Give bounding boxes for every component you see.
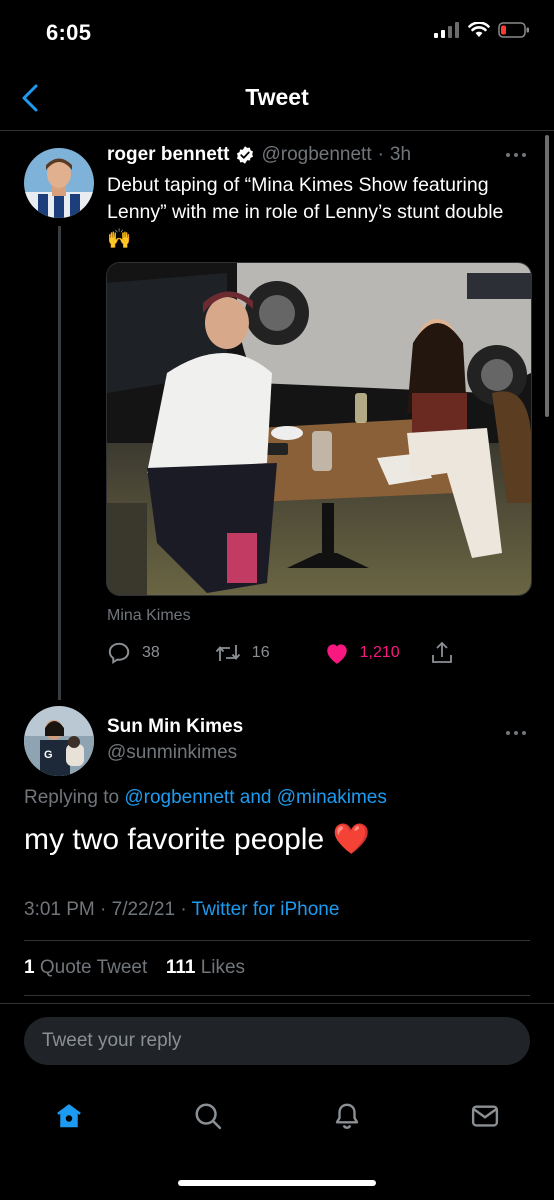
avatar-image: G bbox=[24, 706, 94, 776]
reply-count: 38 bbox=[142, 644, 160, 661]
likes-label: Likes bbox=[200, 957, 246, 978]
search-icon bbox=[195, 1103, 222, 1130]
retweet-button[interactable]: 16 bbox=[214, 640, 270, 666]
messages-icon bbox=[471, 1105, 499, 1127]
retweet-icon bbox=[215, 645, 240, 661]
reply-button[interactable]: 38 bbox=[106, 640, 160, 666]
thread-connector-line bbox=[58, 226, 61, 700]
tweet-age: 3h bbox=[389, 144, 412, 165]
meta-separator: · bbox=[377, 144, 384, 165]
reply-bar-divider bbox=[0, 1003, 554, 1004]
mention-rogbennett[interactable]: @rogbennett bbox=[124, 787, 234, 808]
more-icon bbox=[506, 153, 526, 157]
signal-icon bbox=[434, 22, 459, 38]
tweet-source[interactable]: Twitter for iPhone bbox=[192, 899, 340, 920]
more-options-button[interactable] bbox=[504, 146, 528, 164]
wifi-icon bbox=[468, 22, 490, 37]
quote-count: 1 bbox=[24, 957, 35, 978]
status-time: 6:05 bbox=[46, 20, 92, 45]
author-name[interactable]: roger bennett bbox=[107, 144, 229, 166]
main-tweet-text: my two favorite people ❤️ bbox=[24, 823, 370, 856]
home-icon bbox=[57, 1104, 81, 1128]
author-handle[interactable]: @rogbennett bbox=[261, 144, 371, 166]
tweet-meta: 3:01 PM · 7/22/21 · Twitter for iPhone bbox=[24, 899, 339, 921]
avatar-rogbennett[interactable] bbox=[24, 148, 94, 218]
like-count-total: 111 bbox=[165, 957, 196, 978]
replying-to: Replying to @rogbennett and @minakimes bbox=[24, 787, 387, 809]
author-name[interactable]: Sun Min Kimes bbox=[107, 716, 243, 738]
tab-home[interactable] bbox=[52, 1099, 86, 1133]
likes-link[interactable]: 111 Likes bbox=[166, 957, 245, 978]
bottom-tab-bar bbox=[0, 1085, 554, 1145]
media-caption[interactable]: Mina Kimes bbox=[107, 607, 191, 625]
scrollbar[interactable] bbox=[545, 135, 549, 417]
author-handle[interactable]: @sunminkimes bbox=[107, 742, 237, 764]
more-icon bbox=[506, 731, 526, 735]
tweet-photo[interactable] bbox=[106, 262, 532, 596]
like-button[interactable]: 1,210 bbox=[324, 641, 400, 665]
status-indicators bbox=[434, 22, 530, 38]
home-indicator[interactable] bbox=[178, 1180, 376, 1186]
share-icon bbox=[431, 641, 452, 663]
reply-icon bbox=[108, 642, 130, 665]
divider bbox=[24, 940, 530, 941]
top-nav-bar: Tweet bbox=[0, 66, 554, 131]
divider bbox=[24, 995, 530, 996]
retweet-count: 16 bbox=[251, 644, 270, 661]
reply-input[interactable] bbox=[24, 1017, 530, 1065]
tab-notifications[interactable] bbox=[330, 1099, 364, 1133]
avatar-sunminkimes[interactable]: G bbox=[24, 706, 94, 776]
tweet-timestamp: 3:01 PM · 7/22/21 · bbox=[24, 899, 187, 920]
avatar-image bbox=[24, 148, 94, 218]
photo-image bbox=[107, 263, 531, 595]
like-count: 1,210 bbox=[359, 644, 400, 661]
parent-tweet-text: Debut taping of “Mina Kimes Show featuri… bbox=[107, 174, 504, 250]
more-options-button[interactable] bbox=[504, 724, 528, 742]
parent-tweet-header: roger bennett @rogbennett · 3h bbox=[107, 144, 411, 166]
mention-minakimes[interactable]: @minakimes bbox=[277, 787, 387, 808]
notifications-icon bbox=[335, 1103, 359, 1129]
tweet-stats: 1 Quote Tweet 111 Likes bbox=[24, 957, 245, 979]
share-button[interactable] bbox=[430, 640, 454, 666]
verified-icon bbox=[237, 146, 254, 164]
page-title: Tweet bbox=[245, 84, 309, 110]
quote-label: Quote Tweet bbox=[39, 957, 148, 978]
like-icon bbox=[326, 644, 347, 664]
battery-icon bbox=[498, 22, 529, 38]
replying-prefix: Replying to bbox=[24, 787, 120, 808]
quote-tweets-link[interactable]: 1 Quote Tweet bbox=[24, 957, 153, 978]
tab-messages[interactable] bbox=[468, 1099, 502, 1133]
svg-text:G: G bbox=[44, 749, 53, 761]
replying-and[interactable]: and bbox=[240, 787, 272, 808]
parent-tweet-actions: 38 16 1,210 bbox=[106, 640, 454, 666]
tab-search[interactable] bbox=[191, 1099, 225, 1133]
